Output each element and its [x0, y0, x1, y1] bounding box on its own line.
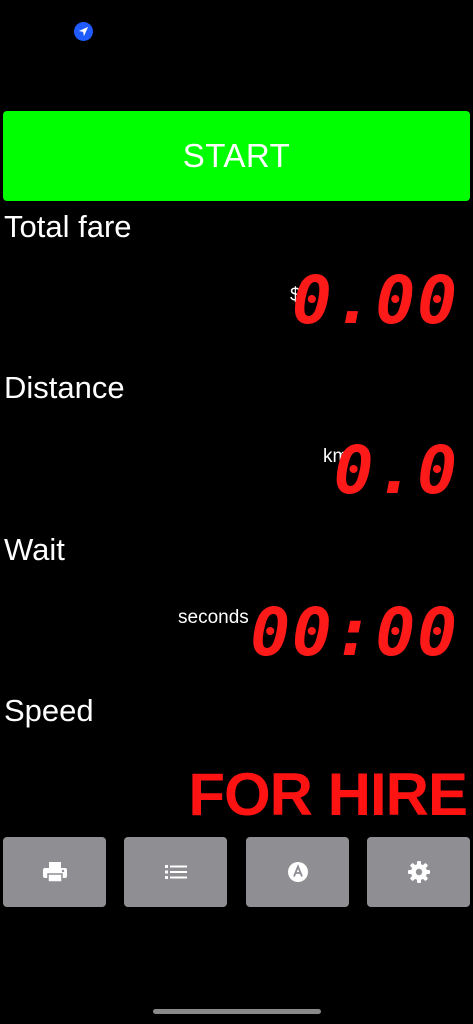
list-button[interactable]: [124, 837, 227, 907]
status-bar: [0, 0, 473, 60]
wait-unit-label: seconds: [178, 607, 249, 628]
gear-icon: [407, 861, 430, 883]
hire-status: FOR HIRE: [188, 761, 468, 828]
speed-label: Speed: [4, 693, 94, 728]
total-fare-value: 0.00: [292, 262, 459, 339]
distance-label: Distance: [4, 370, 125, 405]
home-indicator[interactable]: [153, 1009, 321, 1014]
settings-button[interactable]: [367, 837, 470, 907]
start-button[interactable]: START: [3, 111, 470, 201]
distance-value: 0.0: [333, 432, 459, 509]
letter-a-circle-icon: [287, 862, 308, 882]
total-fare-label: Total fare: [4, 209, 132, 244]
location-arrow-icon: [74, 22, 93, 41]
list-icon: [164, 865, 187, 879]
wait-value: 00:00: [250, 594, 459, 671]
auto-button[interactable]: [246, 837, 349, 907]
print-button[interactable]: [3, 837, 106, 907]
bottom-toolbar: [0, 837, 473, 908]
wait-label: Wait: [4, 532, 65, 567]
printer-icon: [42, 862, 67, 883]
